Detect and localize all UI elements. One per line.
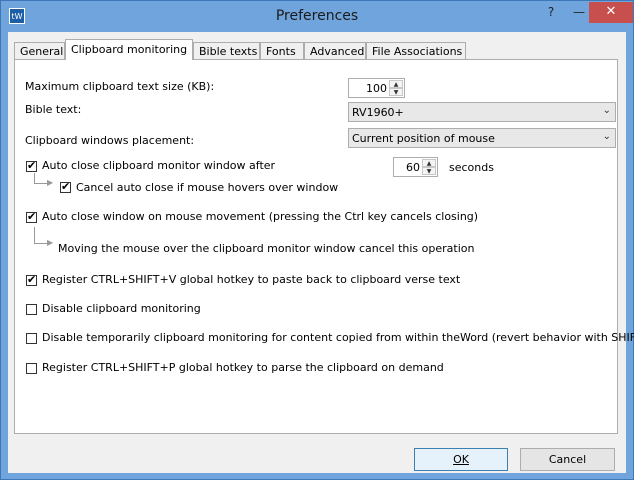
tab-file-associations[interactable]: File Associations	[366, 42, 466, 59]
check-icon: ✔	[27, 273, 37, 286]
chevron-down-icon: ⌄	[602, 131, 611, 142]
auto-close-seconds-spinner[interactable]: 60 ▲ ▼	[393, 157, 438, 177]
register-parse-label: Register CTRL+SHIFT+P global hotkey to p…	[42, 361, 444, 374]
register-paste-label: Register CTRL+SHIFT+V global hotkey to p…	[42, 273, 461, 286]
help-button[interactable]: ?	[537, 2, 565, 23]
placement-select[interactable]: Current position of mouse ⌄	[348, 128, 616, 148]
disable-monitoring-checkbox[interactable]	[26, 304, 37, 315]
spin-down-icon[interactable]: ▼	[389, 88, 403, 96]
tab-general[interactable]: General	[14, 42, 65, 59]
max-size-label: Maximum clipboard text size (KB):	[25, 80, 215, 93]
auto-close-label: Auto close clipboard monitor window afte…	[42, 159, 276, 172]
tab-advanced[interactable]: Advanced	[304, 42, 366, 59]
connector-arrow-icon: ▶	[47, 238, 54, 247]
check-icon: ✔	[27, 159, 37, 172]
bible-text-select[interactable]: RV1960+ ⌄	[348, 102, 616, 122]
max-size-spin-arrows[interactable]: ▲ ▼	[389, 80, 403, 96]
auto-close-move-checkbox[interactable]: ✔	[26, 210, 37, 223]
dialog-client-area: General Clipboard monitoring Bible texts…	[8, 32, 634, 473]
disable-temp-label: Disable temporarily clipboard monitoring…	[42, 331, 634, 344]
disable-temp-checkbox[interactable]	[26, 333, 37, 344]
clipboard-monitoring-panel: Maximum clipboard text size (KB): 100 ▲ …	[14, 59, 634, 434]
title-bar[interactable]: tW Preferences ? — ✕	[1, 1, 633, 33]
disable-monitoring-label: Disable clipboard monitoring	[42, 302, 201, 315]
cancel-hover-label: Cancel auto close if mouse hovers over w…	[76, 181, 339, 194]
register-paste-checkbox[interactable]: ✔	[26, 273, 37, 286]
spin-up-icon[interactable]: ▲	[422, 159, 436, 167]
close-button[interactable]: ✕	[589, 2, 633, 23]
ok-button[interactable]: OK	[414, 448, 508, 471]
tab-clipboard-monitoring[interactable]: Clipboard monitoring	[65, 39, 193, 60]
chevron-down-icon: ⌄	[602, 105, 611, 116]
max-size-spinner[interactable]: 100 ▲ ▼	[348, 78, 405, 98]
auto-close-seconds-value: 60	[406, 161, 420, 174]
cancel-hover-checkbox[interactable]: ✔	[60, 180, 71, 193]
placement-value: Current position of mouse	[352, 132, 495, 145]
auto-close-checkbox[interactable]: ✔	[26, 159, 37, 172]
tab-fonts[interactable]: Fonts	[260, 42, 304, 59]
check-icon: ✔	[27, 210, 37, 223]
register-parse-checkbox[interactable]	[26, 363, 37, 374]
cancel-button[interactable]: Cancel	[520, 448, 615, 471]
seconds-label: seconds	[449, 161, 494, 174]
max-size-value: 100	[366, 82, 387, 95]
moving-note: Moving the mouse over the clipboard moni…	[58, 242, 475, 255]
preferences-window: tW Preferences ? — ✕ General Clipboard m…	[0, 0, 634, 480]
ok-button-label: OK	[453, 453, 469, 466]
check-icon: ✔	[61, 180, 71, 193]
connector-arrow-icon: ▶	[47, 178, 54, 187]
spin-down-icon[interactable]: ▼	[422, 167, 436, 175]
bible-text-value: RV1960+	[352, 106, 404, 119]
placement-label: Clipboard windows placement:	[25, 134, 195, 147]
bible-text-label: Bible text:	[25, 103, 82, 116]
spin-up-icon[interactable]: ▲	[389, 80, 403, 88]
auto-close-move-label: Auto close window on mouse movement (pre…	[42, 210, 479, 223]
seconds-spin-arrows[interactable]: ▲ ▼	[422, 159, 436, 175]
tab-bible-texts[interactable]: Bible texts	[193, 42, 260, 59]
